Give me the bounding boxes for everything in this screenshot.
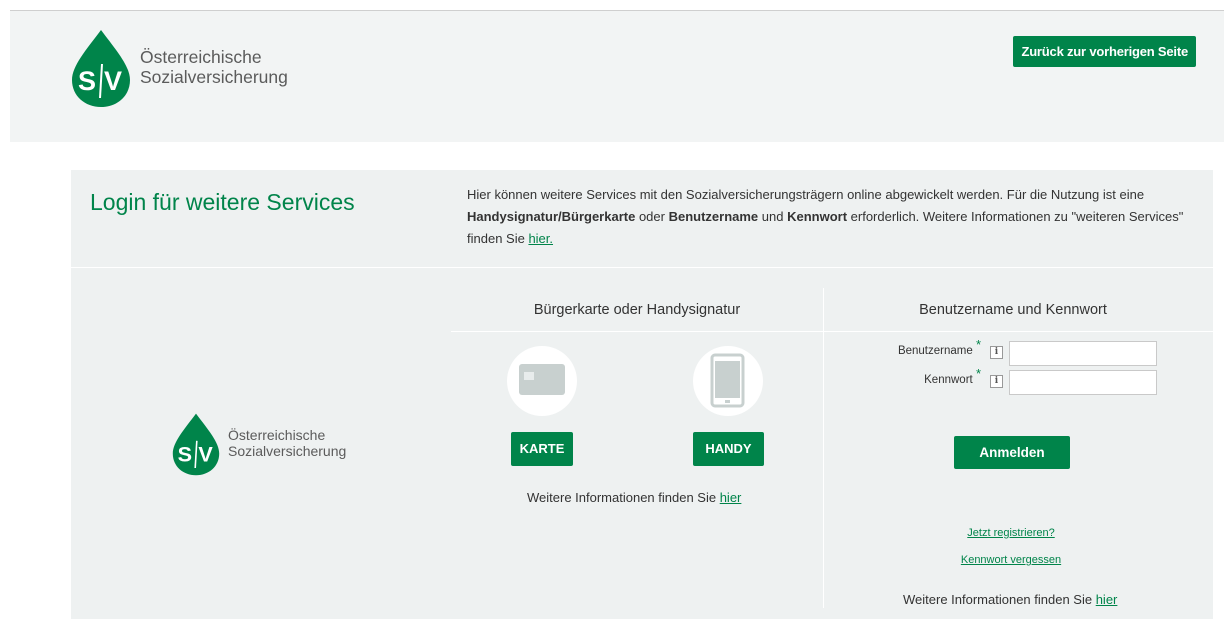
card-more-info-link[interactable]: hier xyxy=(720,490,742,505)
brand-line-2: Sozialversicherung xyxy=(228,443,347,459)
submit-button[interactable]: Anmelden xyxy=(954,436,1070,469)
phone-login-button[interactable]: HANDY xyxy=(693,432,764,466)
phone-circle xyxy=(693,346,763,416)
password-label-text: Kennwort xyxy=(924,374,973,386)
intro-info-link[interactable]: hier. xyxy=(528,231,553,246)
forgot-password-link[interactable]: Kennwort vergessen xyxy=(931,554,1091,566)
login-intro-section: Login für weitere Services Hier können w… xyxy=(71,170,1213,268)
svg-text:S: S xyxy=(78,66,96,96)
sv-leaf-icon: S V xyxy=(72,30,130,107)
credentials-divider xyxy=(823,331,1213,332)
card-section-heading: Bürgerkarte oder Handysignatur xyxy=(533,302,741,318)
sv-logo[interactable]: S V Österreichische Sozialversicherung xyxy=(70,28,288,108)
sv-logo-secondary: S V Österreichische Sozialversicherung xyxy=(171,412,346,476)
username-input[interactable] xyxy=(1009,341,1157,366)
card-more-info-text: Weitere Informationen finden Sie xyxy=(527,490,720,505)
column-divider xyxy=(823,288,824,608)
username-info-icon[interactable]: i xyxy=(990,346,1003,359)
credentials-heading: Benutzername und Kennwort xyxy=(919,302,1107,318)
password-input[interactable] xyxy=(1009,370,1157,395)
intro-text-3: und xyxy=(758,209,788,224)
credentials-more-info-link[interactable]: hier xyxy=(1096,592,1118,607)
brand-line-2: Sozialversicherung xyxy=(140,67,288,87)
card-circle xyxy=(507,346,577,416)
required-marker: * xyxy=(975,337,981,352)
sv-leaf-icon: S V xyxy=(172,413,220,476)
intro-text-1: Hier können weitere Services mit den Soz… xyxy=(467,187,1145,202)
svg-text:V: V xyxy=(104,66,122,96)
back-button[interactable]: Zurück zur vorherigen Seite xyxy=(1013,36,1196,67)
required-marker: * xyxy=(975,366,981,381)
card-icon xyxy=(519,364,565,395)
password-label: Kennwort * xyxy=(871,366,981,386)
svg-text:V: V xyxy=(198,442,213,467)
card-section-divider xyxy=(451,331,823,332)
credentials-more-info-text: Weitere Informationen finden Sie xyxy=(903,592,1096,607)
page-header: S V Österreichische Sozialversicherung Z… xyxy=(10,11,1224,142)
page-title: Login für weitere Services xyxy=(90,189,355,215)
password-info-icon[interactable]: i xyxy=(990,375,1003,388)
card-login-button[interactable]: KARTE xyxy=(511,432,573,466)
username-label-text: Benutzername xyxy=(897,345,973,357)
brand-line-1: Österreichische xyxy=(228,427,326,444)
intro-bold-3: Kennwort xyxy=(787,209,848,224)
credentials-more-info: Weitere Informationen finden Sie hier xyxy=(903,592,1117,607)
intro-text-2: oder xyxy=(635,209,669,224)
intro-bold-1: Handysignatur/Bürgerkarte xyxy=(467,209,636,224)
card-more-info: Weitere Informationen finden Sie hier xyxy=(527,490,741,505)
intro-bold-2: Benutzername xyxy=(668,209,759,224)
intro-text: Hier können weitere Services mit den Soz… xyxy=(467,184,1187,250)
username-label: Benutzername * xyxy=(871,337,981,357)
login-panel: Login für weitere Services Hier können w… xyxy=(71,170,1213,619)
svg-text:S: S xyxy=(178,442,192,467)
register-link[interactable]: Jetzt registrieren? xyxy=(931,527,1091,539)
brand-line-1: Österreichische xyxy=(140,47,262,68)
smartphone-icon xyxy=(710,353,745,408)
